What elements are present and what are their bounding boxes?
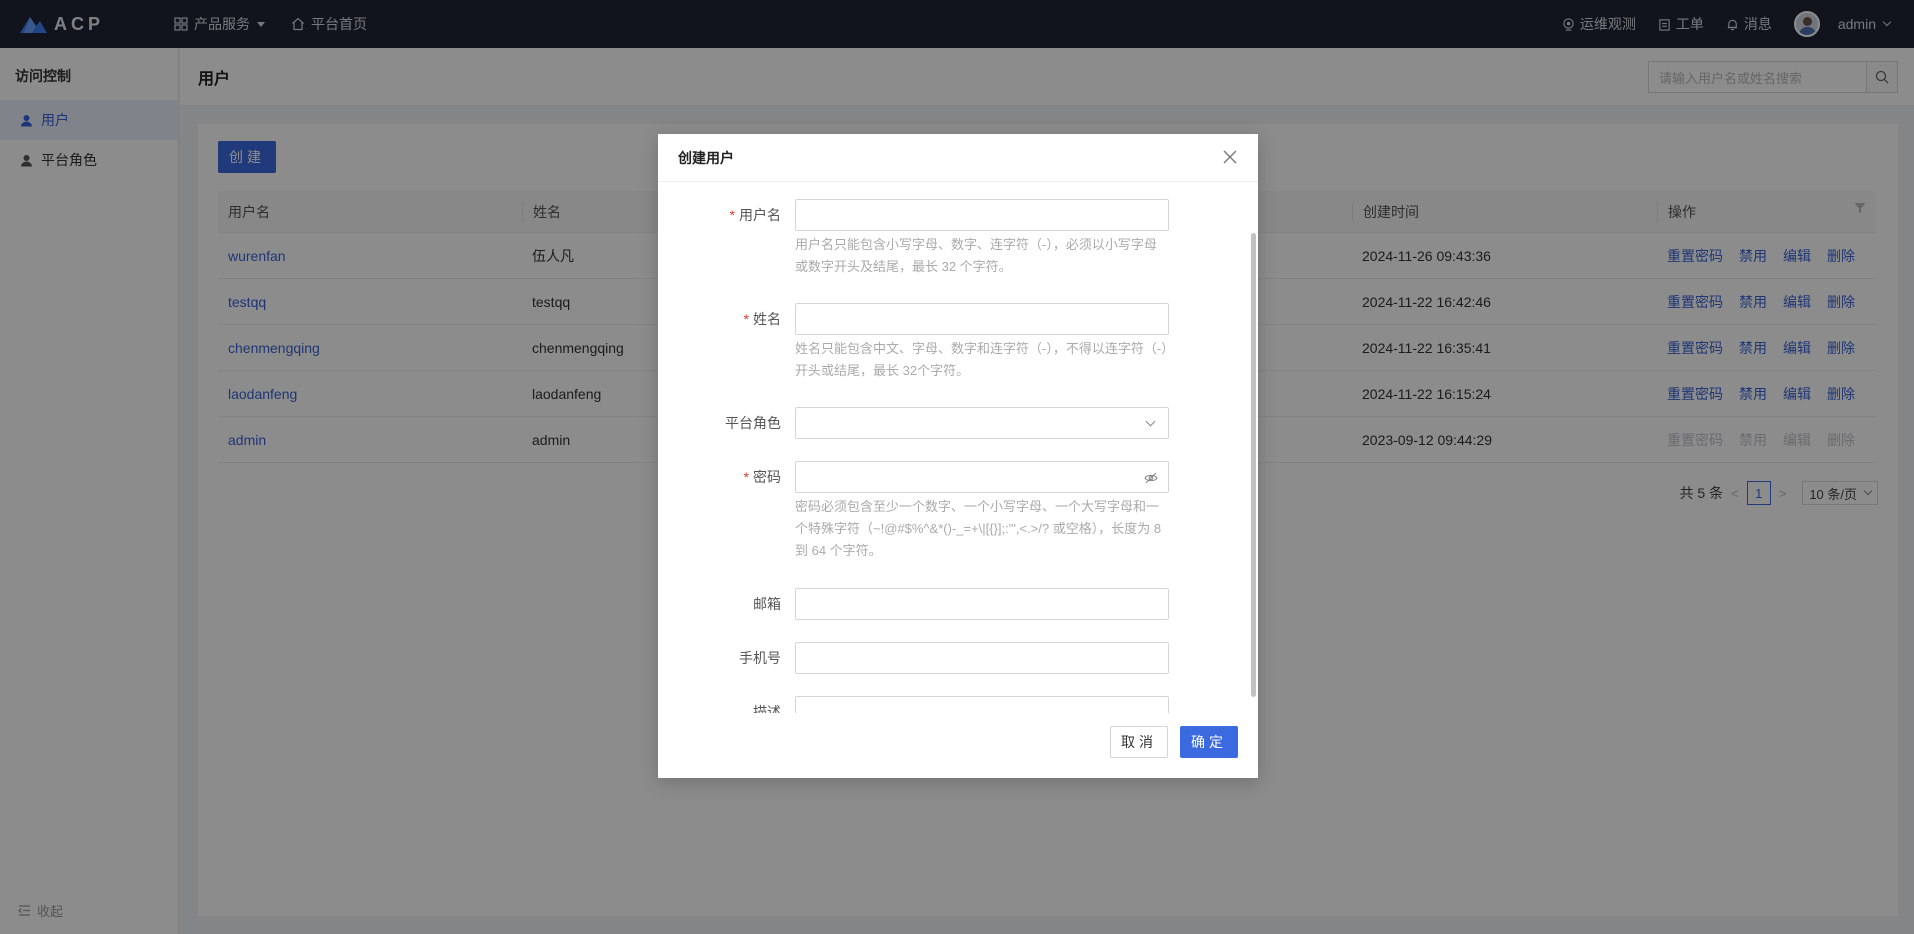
modal-scrollbar[interactable] bbox=[1251, 233, 1256, 697]
form-row-password: * 密码 bbox=[658, 461, 1169, 493]
email-label: 邮箱 bbox=[753, 596, 781, 612]
name-label-text: 姓名 bbox=[753, 311, 781, 327]
required-mark: * bbox=[743, 469, 749, 485]
password-label-text: 密码 bbox=[753, 469, 781, 485]
form-row-email: 邮箱 bbox=[658, 588, 1169, 620]
password-label: * 密码 bbox=[658, 461, 795, 493]
role-label: 平台角色 bbox=[725, 415, 781, 431]
form-row-role: 平台角色 bbox=[658, 407, 1169, 439]
password-input[interactable] bbox=[795, 461, 1169, 493]
confirm-button[interactable]: 确定 bbox=[1180, 726, 1238, 758]
phone-input[interactable] bbox=[795, 642, 1169, 674]
username-label-text: 用户名 bbox=[739, 207, 781, 223]
password-hint: 密码必须包含至少一个数字、一个小写字母、一个大写字母和一个特殊字符（~!@#$%… bbox=[795, 499, 1162, 558]
chevron-down-icon bbox=[1145, 416, 1156, 427]
form-row-description: 描述 bbox=[658, 696, 1169, 713]
required-mark: * bbox=[743, 311, 749, 327]
form-row-phone: 手机号 bbox=[658, 642, 1169, 674]
cancel-button[interactable]: 取消 bbox=[1110, 726, 1168, 758]
name-label: * 姓名 bbox=[658, 303, 795, 335]
description-textarea[interactable] bbox=[795, 696, 1169, 713]
form-row-username: * 用户名 bbox=[658, 199, 1169, 231]
username-input[interactable] bbox=[795, 199, 1169, 231]
required-mark: * bbox=[729, 207, 735, 223]
modal-header: 创建用户 bbox=[658, 134, 1258, 182]
modal-title: 创建用户 bbox=[678, 149, 734, 166]
form-row-name: * 姓名 bbox=[658, 303, 1169, 335]
create-user-modal: 创建用户 * 用户名 用户名只能包含小写字母、数字、连字符（-），必须以小写字母或… bbox=[658, 134, 1258, 778]
username-label: * 用户名 bbox=[658, 199, 795, 231]
description-label: 描述 bbox=[753, 704, 781, 713]
eye-off-icon[interactable] bbox=[1144, 471, 1158, 485]
role-select[interactable] bbox=[795, 407, 1169, 439]
name-hint: 姓名只能包含中文、字母、数字和连字符（-），不得以连字符（-）开头或结尾，最长 … bbox=[795, 341, 1168, 378]
close-icon[interactable] bbox=[1222, 149, 1238, 165]
modal-footer: 取消 确定 bbox=[1110, 726, 1238, 758]
phone-label: 手机号 bbox=[739, 650, 781, 666]
email-input[interactable] bbox=[795, 588, 1169, 620]
modal-body: * 用户名 用户名只能包含小写字母、数字、连字符（-），必须以小写字母或数字开头及… bbox=[658, 183, 1258, 713]
username-hint: 用户名只能包含小写字母、数字、连字符（-），必须以小写字母或数字开头及结尾，最长… bbox=[795, 237, 1157, 274]
name-input[interactable] bbox=[795, 303, 1169, 335]
